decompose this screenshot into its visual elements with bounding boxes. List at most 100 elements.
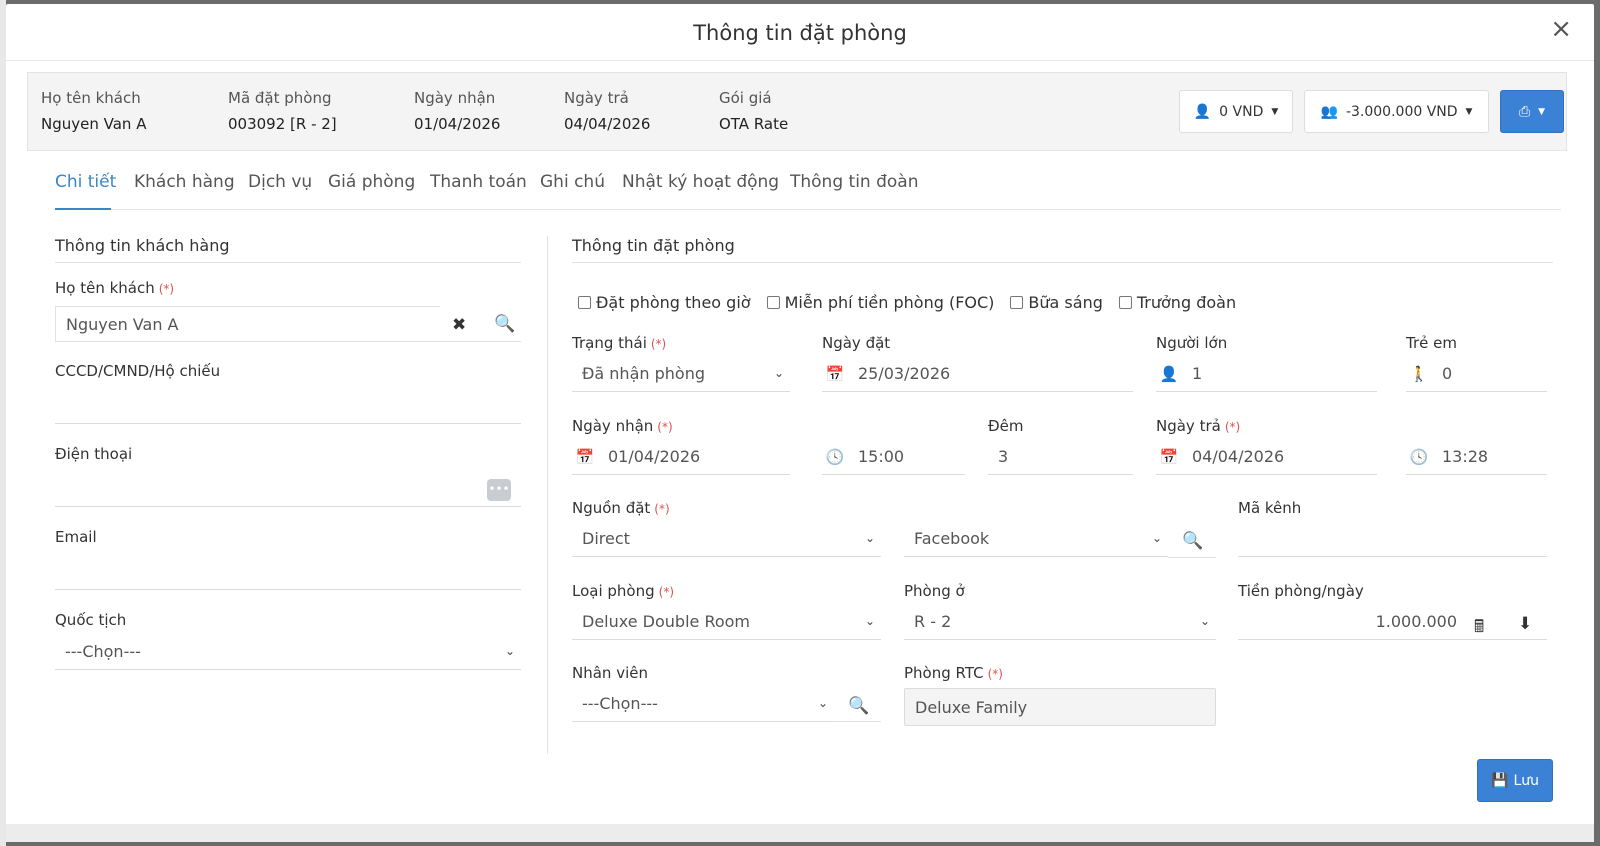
personal-balance-button[interactable]: 👤 0 VND ▼ [1179, 90, 1293, 133]
rtc-room-value: Deluxe Family [915, 697, 1028, 717]
checkbox-box[interactable] [1118, 296, 1132, 309]
checkin-time-input[interactable]: 🕓 15:00 [822, 439, 965, 475]
active-tab-indicator [55, 208, 111, 210]
status-label: Trạng thái (*) [572, 334, 666, 352]
source-detail-select[interactable]: Facebook ⌄ [904, 521, 1168, 557]
calendar-icon: 📅 [575, 447, 595, 466]
room-type-select[interactable]: Deluxe Double Room ⌄ [572, 604, 881, 640]
nights-label: Đêm [988, 417, 1024, 435]
children-label: Trẻ em [1406, 334, 1457, 352]
booked-date-input[interactable]: 📅 25/03/2026 [822, 356, 1133, 392]
checkin-date-input[interactable]: 📅 01/04/2026 [572, 439, 790, 475]
guest-name-label-text: Họ tên khách [55, 279, 155, 297]
search-icon[interactable]: 🔍 [494, 314, 515, 334]
nationality-select[interactable]: ---Chọn--- ⌄ [55, 634, 521, 670]
chevron-down-icon: ⌄ [1151, 531, 1162, 545]
id-number-input[interactable] [55, 388, 521, 424]
print-icon: ⎙ [1518, 103, 1531, 120]
print-button[interactable]: ⎙ ▼ [1500, 90, 1564, 133]
checkbox-box[interactable] [766, 296, 780, 309]
checkout-time-input[interactable]: 🕓 13:28 [1406, 439, 1547, 475]
source-select[interactable]: Direct ⌄ [572, 521, 881, 557]
summary-code: Mã đặt phòng 003092 [R - 2] [228, 89, 337, 133]
arrow-circle-down-icon[interactable]: ⬇ [1518, 614, 1532, 634]
customer-section-title: Thông tin khách hàng [55, 236, 230, 255]
required-marker: (*) [1224, 420, 1241, 434]
children-input[interactable]: 🚶 0 [1406, 356, 1547, 392]
group-balance-label: -3.000.000 VND [1345, 103, 1458, 120]
section-divider [572, 262, 1553, 263]
adults-label: Người lớn [1156, 334, 1228, 352]
foc-checkbox[interactable]: Miễn phí tiền phòng (FOC) [766, 293, 994, 312]
checkin-date-value: 01/04/2026 [608, 447, 701, 466]
breakfast-label: Bữa sáng [1028, 293, 1103, 312]
guest-name-input[interactable]: Nguyen Van A [55, 306, 440, 342]
save-icon: 💾 [1491, 772, 1509, 789]
nights-input[interactable]: 3 [988, 439, 1133, 475]
summary-code-value: 003092 [R - 2] [228, 115, 337, 133]
booking-section-title: Thông tin đặt phòng [572, 236, 735, 255]
tab-notes[interactable]: Ghi chú [540, 172, 605, 192]
tab-activity-log[interactable]: Nhật ký hoạt động [622, 172, 779, 192]
section-divider [55, 262, 521, 263]
checkout-label: Ngày trả (*) [1156, 417, 1240, 435]
checkout-date-input[interactable]: 📅 04/04/2026 [1156, 439, 1377, 475]
channel-code-input[interactable] [1238, 521, 1547, 557]
booked-date-label: Ngày đặt [822, 334, 891, 352]
room-type-value: Deluxe Double Room [582, 612, 750, 631]
search-icon[interactable]: 🔍 [848, 696, 869, 716]
modal-footer [6, 824, 1594, 842]
summary-guest-label: Họ tên khách [41, 89, 141, 107]
field-underline [834, 721, 881, 722]
calendar-icon: 📅 [1159, 447, 1179, 466]
adults-input[interactable]: 👤 1 [1156, 356, 1377, 392]
checkout-time-value: 13:28 [1442, 447, 1489, 466]
save-button[interactable]: 💾 Lưu [1477, 759, 1553, 802]
tab-customers[interactable]: Khách hàng [134, 172, 235, 192]
room-rate-input[interactable]: 1.000.000 [1238, 604, 1547, 640]
tab-room-rates[interactable]: Giá phòng [328, 172, 415, 192]
group-leader-checkbox[interactable]: Trưởng đoàn [1118, 293, 1236, 312]
required-marker: (*) [658, 585, 675, 599]
tab-payment[interactable]: Thanh toán [430, 172, 527, 192]
checkin-label: Ngày nhận (*) [572, 417, 673, 435]
more-options-icon[interactable]: ••• [487, 479, 511, 501]
booking-modal: Thông tin đặt phòng × Họ tên khách Nguye… [6, 4, 1594, 842]
required-marker: (*) [654, 502, 670, 516]
phone-input[interactable] [55, 471, 521, 507]
room-select[interactable]: R - 2 ⌄ [904, 604, 1216, 640]
clear-icon[interactable]: ✖ [452, 315, 466, 335]
summary-checkout-value: 04/04/2026 [564, 115, 651, 133]
column-divider [547, 236, 548, 754]
tab-details[interactable]: Chi tiết [55, 172, 116, 192]
personal-balance-label: 0 VND [1219, 103, 1264, 120]
calculator-icon[interactable]: 🖩 [1474, 614, 1484, 643]
email-label: Email [55, 528, 97, 546]
email-input[interactable] [55, 554, 521, 590]
summary-rate-value: OTA Rate [719, 115, 789, 133]
search-icon[interactable]: 🔍 [1182, 531, 1203, 551]
breakfast-checkbox[interactable]: Bữa sáng [1010, 293, 1103, 312]
required-marker: (*) [657, 420, 673, 434]
close-button[interactable]: × [1550, 16, 1572, 42]
save-label: Lưu [1513, 772, 1539, 789]
field-underline [440, 341, 521, 342]
checkbox-box[interactable] [1010, 296, 1024, 309]
chevron-down-icon: ⌄ [1199, 614, 1210, 628]
guest-name-value: Nguyen Van A [66, 314, 179, 334]
checkin-label-text: Ngày nhận [572, 417, 654, 435]
source-detail-value: Facebook [914, 529, 990, 548]
phone-label: Điện thoại [55, 445, 133, 463]
tab-services[interactable]: Dịch vụ [248, 172, 312, 192]
hourly-booking-checkbox[interactable]: Đặt phòng theo giờ [578, 293, 751, 312]
room-label: Phòng ở [904, 582, 965, 600]
tab-group-info[interactable]: Thông tin đoàn [790, 172, 918, 192]
staff-select[interactable]: ---Chọn--- ⌄ [572, 686, 834, 722]
room-value: R - 2 [914, 612, 952, 631]
status-select[interactable]: Đã nhận phòng ⌄ [572, 356, 790, 392]
checkbox-box[interactable] [578, 296, 591, 309]
adults-value: 1 [1192, 364, 1203, 383]
booking-summary: Họ tên khách Nguyen Van A Mã đặt phòng 0… [27, 72, 1567, 151]
group-balance-button[interactable]: 👥 -3.000.000 VND ▼ [1304, 90, 1489, 133]
staff-value: ---Chọn--- [582, 694, 658, 713]
